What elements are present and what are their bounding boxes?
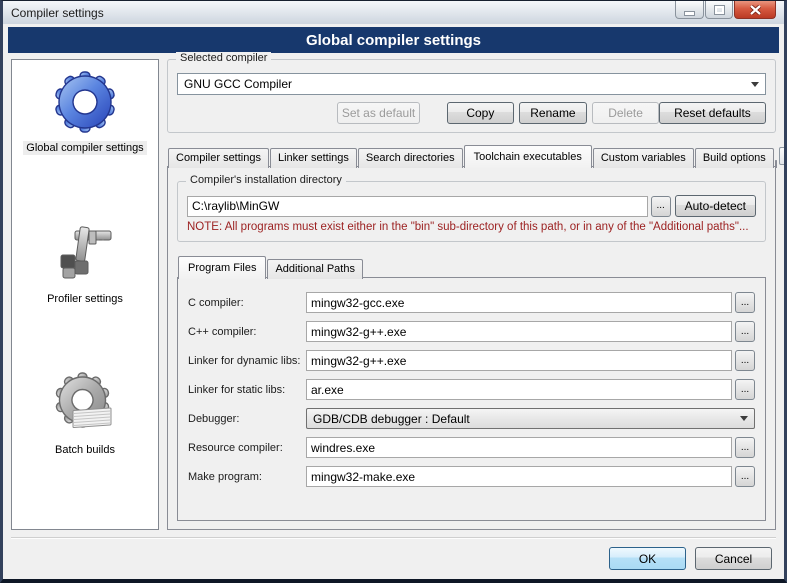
debugger-select-value: GDB/CDB debugger : Default bbox=[313, 412, 470, 426]
tab-additional-paths[interactable]: Additional Paths bbox=[267, 259, 363, 279]
field-row-static-linker: Linker for static libs: ... bbox=[188, 379, 755, 400]
chevron-down-icon bbox=[740, 416, 748, 421]
dialog-body: Global compiler settings bbox=[3, 53, 784, 530]
tab-scroll-buttons bbox=[779, 147, 787, 166]
tab-custom-variables[interactable]: Custom variables bbox=[593, 148, 694, 168]
maximize-icon bbox=[715, 6, 724, 14]
sidebar-item-global-compiler-settings[interactable]: Global compiler settings bbox=[23, 70, 146, 155]
field-label: Linker for dynamic libs: bbox=[188, 355, 306, 367]
browse-button[interactable]: ... bbox=[735, 350, 755, 371]
field-label: C compiler: bbox=[188, 297, 306, 309]
tab-toolchain-executables[interactable]: Toolchain executables bbox=[464, 145, 592, 168]
settings-tab-control: Compiler settings Linker settings Search… bbox=[167, 145, 776, 530]
field-label: Resource compiler: bbox=[188, 442, 306, 454]
minimize-icon bbox=[685, 12, 694, 15]
programs-tab-bar: Program Files Additional Paths bbox=[177, 256, 766, 278]
browse-button[interactable]: ... bbox=[735, 321, 755, 342]
browse-button[interactable]: ... bbox=[735, 379, 755, 400]
footer-buttons: OK Cancel bbox=[3, 539, 784, 579]
delete-button[interactable]: Delete bbox=[592, 102, 659, 124]
chevron-down-icon bbox=[751, 82, 759, 87]
field-label: Make program: bbox=[188, 471, 306, 483]
settings-sidebar: Global compiler settings bbox=[11, 59, 159, 530]
cancel-button[interactable]: Cancel bbox=[695, 547, 772, 570]
field-row-dynamic-linker: Linker for dynamic libs: ... bbox=[188, 350, 755, 371]
make-program-input[interactable] bbox=[306, 466, 732, 487]
maximize-button[interactable] bbox=[705, 1, 733, 19]
program-files-panel: C compiler: ... C++ compiler: ... Linker bbox=[177, 277, 766, 521]
installation-path-row: ... Auto-detect bbox=[187, 195, 756, 217]
field-row-c-compiler: C compiler: ... bbox=[188, 292, 755, 313]
copy-button[interactable]: Copy bbox=[447, 102, 514, 124]
window-controls bbox=[675, 1, 776, 19]
set-as-default-button[interactable]: Set as default bbox=[337, 102, 420, 124]
browse-button[interactable]: ... bbox=[735, 292, 755, 313]
debugger-select[interactable]: GDB/CDB debugger : Default bbox=[306, 408, 755, 429]
cpp-compiler-input[interactable] bbox=[306, 321, 732, 342]
c-compiler-input[interactable] bbox=[306, 292, 732, 313]
tab-program-files[interactable]: Program Files bbox=[178, 256, 266, 279]
gray-gear-icon bbox=[53, 372, 117, 436]
tab-scroll-left-button[interactable] bbox=[779, 147, 787, 165]
field-label: Debugger: bbox=[188, 413, 306, 425]
static-linker-input[interactable] bbox=[306, 379, 732, 400]
page-title: Global compiler settings bbox=[306, 32, 481, 49]
field-row-resource-compiler: Resource compiler: ... bbox=[188, 437, 755, 458]
autodetect-button[interactable]: Auto-detect bbox=[675, 195, 756, 217]
tab-build-options[interactable]: Build options bbox=[695, 148, 774, 168]
compiler-settings-dialog: Compiler settings Global compiler settin… bbox=[0, 0, 787, 583]
main-panel: Selected compiler GNU GCC Compiler Set a… bbox=[167, 59, 776, 530]
ok-button[interactable]: OK bbox=[609, 547, 686, 570]
browse-button[interactable]: ... bbox=[735, 437, 755, 458]
note-text: NOTE: All programs must exist either in … bbox=[187, 221, 756, 233]
tab-compiler-settings[interactable]: Compiler settings bbox=[168, 148, 269, 168]
installation-path-input[interactable] bbox=[187, 196, 648, 217]
header-banner: Global compiler settings bbox=[8, 27, 779, 53]
tab-overflow-partial[interactable] bbox=[775, 160, 777, 168]
installation-directory-legend: Compiler's installation directory bbox=[186, 174, 346, 186]
toolchain-executables-panel: Compiler's installation directory ... Au… bbox=[167, 166, 776, 530]
selected-compiler-legend: Selected compiler bbox=[176, 52, 271, 64]
field-row-debugger: Debugger: GDB/CDB debugger : Default bbox=[188, 408, 755, 429]
programs-notebook: Program Files Additional Paths C compile… bbox=[177, 256, 766, 521]
installation-directory-group: Compiler's installation directory ... Au… bbox=[177, 181, 766, 242]
tab-linker-settings[interactable]: Linker settings bbox=[270, 148, 357, 168]
sidebar-item-label: Batch builds bbox=[52, 443, 118, 457]
compiler-combobox[interactable]: GNU GCC Compiler bbox=[177, 73, 766, 95]
selected-compiler-group: Selected compiler GNU GCC Compiler Set a… bbox=[167, 59, 776, 133]
sidebar-item-label: Global compiler settings bbox=[23, 141, 146, 155]
blue-gear-icon bbox=[53, 70, 117, 134]
compiler-buttons-row: Set as default Copy Rename Delete Reset … bbox=[177, 102, 766, 124]
browse-directory-button[interactable]: ... bbox=[651, 196, 671, 217]
sidebar-item-label: Profiler settings bbox=[44, 292, 126, 306]
dynamic-linker-input[interactable] bbox=[306, 350, 732, 371]
window-title: Compiler settings bbox=[11, 6, 104, 20]
sidebar-item-batch-builds[interactable]: Batch builds bbox=[52, 372, 118, 457]
tab-bar: Compiler settings Linker settings Search… bbox=[167, 145, 776, 167]
minimize-button[interactable] bbox=[675, 1, 704, 19]
sidebar-item-profiler-settings[interactable]: Profiler settings bbox=[44, 221, 126, 306]
browse-button[interactable]: ... bbox=[735, 466, 755, 487]
rename-button[interactable]: Rename bbox=[519, 102, 588, 124]
field-label: Linker for static libs: bbox=[188, 384, 306, 396]
field-row-make-program: Make program: ... bbox=[188, 466, 755, 487]
close-icon bbox=[750, 5, 761, 15]
field-label: C++ compiler: bbox=[188, 326, 306, 338]
resource-compiler-input[interactable] bbox=[306, 437, 732, 458]
close-button[interactable] bbox=[734, 1, 776, 19]
compiler-combobox-value: GNU GCC Compiler bbox=[184, 77, 292, 91]
titlebar: Compiler settings bbox=[3, 1, 784, 24]
field-row-cpp-compiler: C++ compiler: ... bbox=[188, 321, 755, 342]
tab-search-directories[interactable]: Search directories bbox=[358, 148, 463, 168]
caliper-icon bbox=[53, 221, 117, 285]
reset-defaults-button[interactable]: Reset defaults bbox=[659, 102, 766, 124]
